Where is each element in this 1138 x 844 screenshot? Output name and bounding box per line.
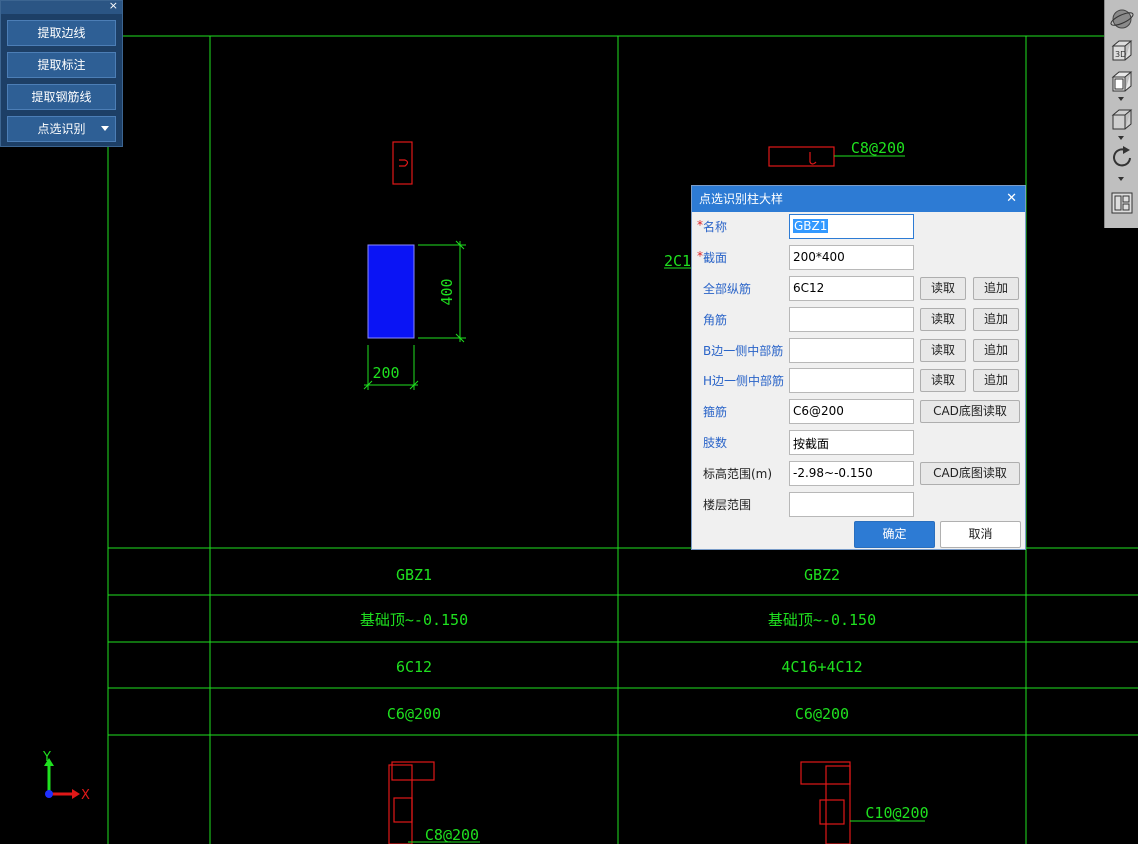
legs-input[interactable]: 按截面 [789, 430, 914, 455]
extraction-tool-panel: × 提取边线 提取标注 提取钢筋线 点选识别 [0, 0, 123, 147]
legs-label: 肢数 [703, 436, 728, 450]
elevation-cad-read-button[interactable]: CAD底图读取 [920, 462, 1020, 485]
name-label: * 名称 [697, 218, 728, 234]
chevron-down-icon[interactable] [1118, 136, 1124, 140]
rotate-icon[interactable] [1109, 145, 1135, 171]
row-legs: 肢数 按截面 [692, 430, 1025, 455]
corner-label: 角筋 [703, 313, 728, 327]
row-all-long: 全部纵筋 6C12 读取 追加 [692, 276, 1025, 301]
box-icon[interactable] [1109, 106, 1135, 132]
row-name: * 名称 GBZ1 [692, 214, 1025, 239]
3d-view-icon[interactable]: 3D [1109, 38, 1135, 64]
svg-text:3D: 3D [1115, 50, 1126, 59]
stirrup-input[interactable]: C6@200 [789, 399, 914, 424]
all-long-input[interactable]: 6C12 [789, 276, 914, 301]
elevation-label: 标高范围(m) [703, 467, 773, 481]
column-outline-gbz2 [768, 146, 835, 167]
stirrup-cad-read-button[interactable]: CAD底图读取 [920, 400, 1020, 423]
panel-titlebar[interactable]: × [1, 0, 122, 14]
name-input[interactable]: GBZ1 [789, 214, 914, 239]
row-b-side: B边一侧中部筋 读取 追加 [692, 338, 1025, 363]
b-side-add-button[interactable]: 追加 [973, 339, 1019, 362]
axis-indicator: Y X [40, 748, 100, 808]
dim-height-label: 400 [438, 278, 456, 305]
ok-button[interactable]: 确定 [854, 521, 935, 548]
column-section-blue[interactable] [367, 244, 415, 339]
table-cell: 基础顶~-0.150 [360, 611, 468, 629]
corner-input[interactable] [789, 307, 914, 332]
corner-read-button[interactable]: 读取 [920, 308, 966, 331]
axis-y-label: Y [42, 750, 51, 765]
row-elevation: 标高范围(m) -2.98~-0.150 CAD底图读取 [692, 461, 1025, 486]
floor-label: 楼层范围 [703, 498, 752, 512]
dialog-titlebar[interactable]: 点选识别柱大样 ✕ [692, 186, 1025, 212]
axis-x-label: X [81, 788, 90, 803]
table-cell: 4C16+4C12 [781, 658, 862, 676]
point-select-identify-button[interactable]: 点选识别 [7, 116, 116, 142]
section-label: * 截面 [697, 249, 728, 265]
table-cell: C6@200 [795, 705, 849, 723]
row-section: * 截面 200*400 [692, 245, 1025, 270]
h-side-input[interactable] [789, 368, 914, 393]
view-toolbar: 3D [1104, 0, 1138, 228]
extract-rebar-button[interactable]: 提取钢筋线 [7, 84, 116, 110]
row-corner: 角筋 读取 追加 [692, 307, 1025, 332]
table-cell: C6@200 [387, 705, 441, 723]
floor-input[interactable] [789, 492, 914, 517]
corner-add-button[interactable]: 追加 [973, 308, 1019, 331]
section-input[interactable]: 200*400 [789, 245, 914, 270]
extract-annotation-button[interactable]: 提取标注 [7, 52, 116, 78]
orbit-icon[interactable] [1109, 6, 1135, 32]
table-cell: 6C12 [396, 658, 432, 676]
row-floor: 楼层范围 [692, 492, 1025, 517]
bottom-label-2: C10@200 [865, 804, 928, 822]
chevron-down-icon[interactable] [101, 126, 109, 131]
table-cell: GBZ1 [396, 566, 432, 584]
table-cell: GBZ2 [804, 566, 840, 584]
close-icon[interactable]: ✕ [1006, 186, 1017, 212]
b-side-read-button[interactable]: 读取 [920, 339, 966, 362]
b-side-label: B边一侧中部筋 [703, 344, 784, 358]
rebar-label-top: C8@200 [851, 139, 905, 157]
view-cube-icon[interactable] [1109, 68, 1135, 94]
row-h-side: H边一侧中部筋 读取 追加 [692, 368, 1025, 393]
all-long-add-button[interactable]: 追加 [973, 277, 1019, 300]
b-side-input[interactable] [789, 338, 914, 363]
h-side-label: H边一侧中部筋 [703, 374, 785, 388]
chevron-down-icon[interactable] [1118, 97, 1124, 101]
stirrup-label: 箍筋 [703, 405, 728, 419]
h-side-read-button[interactable]: 读取 [920, 369, 966, 392]
h-side-add-button[interactable]: 追加 [973, 369, 1019, 392]
all-long-read-button[interactable]: 读取 [920, 277, 966, 300]
elevation-input[interactable]: -2.98~-0.150 [789, 461, 914, 486]
row-stirrup: 箍筋 C6@200 CAD底图读取 [692, 399, 1025, 424]
dim-width-label: 200 [372, 364, 399, 382]
extract-edge-button[interactable]: 提取边线 [7, 20, 116, 46]
point-select-column-dialog: 点选识别柱大样 ✕ * 名称 GBZ1 * 截面 200*400 全部纵筋 6C12… [691, 185, 1026, 550]
table-cell: 基础顶~-0.150 [768, 611, 876, 629]
column-outline-gbz1 [392, 141, 413, 185]
cancel-button[interactable]: 取消 [940, 521, 1021, 548]
point-select-label: 点选识别 [37, 122, 86, 136]
column-outline-bottom-2 [800, 761, 851, 844]
panel-close-icon[interactable]: × [109, 0, 118, 12]
chevron-down-icon[interactable] [1118, 177, 1124, 181]
all-long-label: 全部纵筋 [703, 282, 752, 296]
layout-icon[interactable] [1109, 190, 1135, 216]
dialog-title: 点选识别柱大样 [699, 192, 784, 206]
bottom-label-1: C8@200 [425, 826, 479, 844]
